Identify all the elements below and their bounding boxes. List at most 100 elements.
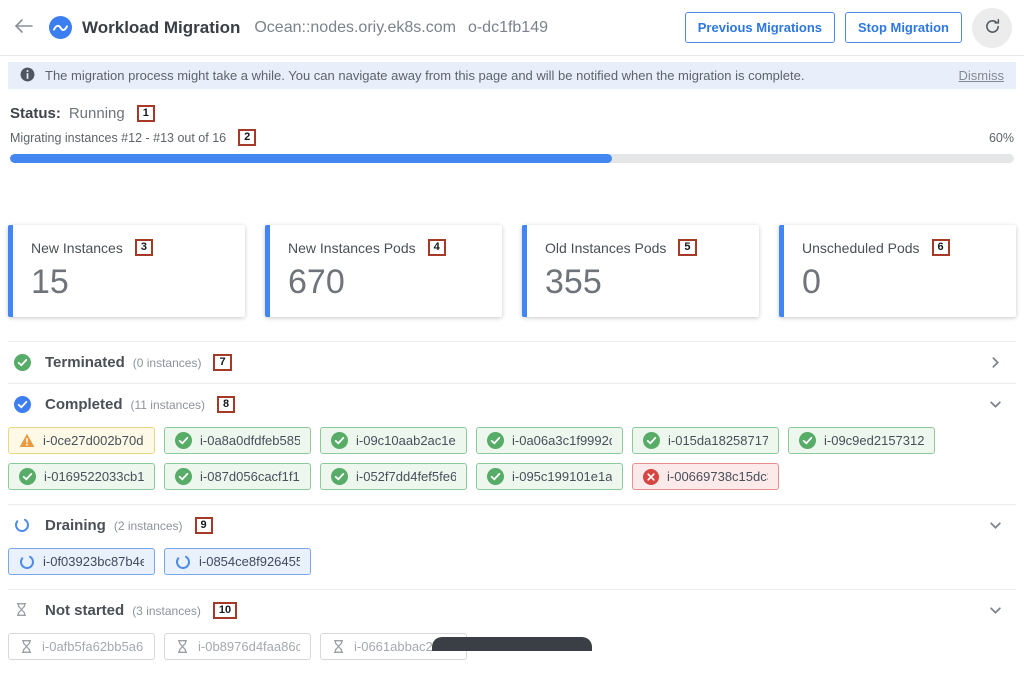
status-label: Status: (10, 105, 61, 122)
instance-id: i-087d056cacf1f1d93 (200, 469, 300, 484)
instance-id: i-0b8976d4faa86c4cb (198, 639, 300, 654)
annotation-mark-2: 2 (238, 129, 256, 146)
status-value: Running (69, 105, 125, 122)
instance-id: i-0ce27d002b70dbac4 (43, 433, 144, 448)
cut-off-toast (432, 637, 592, 651)
instance-id: i-0169522033cb1da02 (44, 469, 144, 484)
instance-id: i-0afb5fa62bb5a690c (42, 639, 144, 654)
instance-chip: i-0b8976d4faa86c4cb (164, 633, 311, 660)
progress-bar (10, 154, 1014, 163)
check-circle-blue-icon (14, 396, 31, 413)
check-circle-green-icon (175, 432, 192, 449)
check-circle-green-icon (175, 468, 192, 485)
spinner-icon (14, 517, 31, 534)
section-title: Completed (45, 396, 123, 413)
summary-card: Unscheduled Pods 6 0 (779, 225, 1016, 317)
card-value: 15 (31, 263, 227, 302)
page-title: Workload Migration (82, 18, 240, 38)
section-count: (2 instances) (114, 519, 183, 533)
chevron-icon[interactable] (989, 519, 1002, 532)
check-circle-green-icon (14, 354, 31, 371)
progress-meta: Migrating instances #12 - #13 out of 16 … (10, 129, 1014, 146)
section-header[interactable]: Terminated (0 instances) 7 (8, 342, 1016, 383)
card-label-row: New Instances 3 (31, 239, 227, 256)
header-actions: Previous Migrations Stop Migration (685, 8, 1012, 48)
progress-detail: Migrating instances #12 - #13 out of 16 (10, 131, 226, 145)
instance-id: i-0a8a0dfdfeb58531b (200, 433, 300, 448)
check-circle-green-icon (643, 432, 660, 449)
instance-chip: i-087d056cacf1f1d93 (164, 463, 311, 490)
section-header[interactable]: Draining (2 instances) 9 (8, 505, 1016, 546)
card-label: Old Instances Pods (545, 240, 666, 256)
instance-chip-list: i-0ce27d002b70dbac4 i-0a8a0dfdfeb58531b i-… (8, 425, 1016, 504)
chevron-icon[interactable] (989, 604, 1002, 617)
instance-chip: i-09c10aab2ac1edf92 (320, 427, 467, 454)
section-title: Terminated (45, 354, 125, 371)
card-value: 355 (545, 263, 741, 302)
cluster-name: Ocean::nodes.oriy.ek8s.com (254, 19, 456, 36)
instance-section: Not started (3 instances) 10 i-0afb5fa62… (8, 589, 1016, 674)
instance-chip: i-015da18258717dab2 (632, 427, 779, 454)
instance-id: i-09c9ed21573120476 (824, 433, 924, 448)
instance-id: i-0854ce8f926455a81 (199, 554, 300, 569)
annotation-mark-4: 4 (428, 239, 446, 256)
annotation-mark-10: 10 (213, 602, 237, 619)
card-label: Unscheduled Pods (802, 240, 920, 256)
banner-text: The migration process might take a while… (45, 68, 804, 83)
check-circle-green-icon (487, 468, 504, 485)
section-title: Draining (45, 517, 106, 534)
section-header[interactable]: Not started (3 instances) 10 (8, 590, 1016, 631)
annotation-mark-5: 5 (678, 239, 696, 256)
section-count: (3 instances) (132, 604, 201, 618)
section-header[interactable]: Completed (11 instances) 8 (8, 384, 1016, 425)
status-row: Status: Running 1 (10, 105, 1014, 122)
spinner-icon (19, 554, 35, 570)
hourglass-icon (331, 639, 346, 654)
card-label-row: Unscheduled Pods 6 (802, 239, 998, 256)
status-block: Status: Running 1 Migrating instances #1… (0, 89, 1024, 163)
instance-id: i-0f03923bc87b4e838 (43, 554, 144, 569)
summary-card: New Instances Pods 4 670 (265, 225, 502, 317)
card-label-row: Old Instances Pods 5 (545, 239, 741, 256)
spinner-icon (175, 554, 191, 570)
instance-chip: i-0a06a3c1f9992d728 (476, 427, 623, 454)
instance-chip: i-0ce27d002b70dbac4 (8, 427, 155, 454)
check-circle-green-icon (487, 432, 504, 449)
stop-migration-button[interactable]: Stop Migration (845, 12, 962, 43)
back-button[interactable] (14, 18, 33, 37)
annotation-mark-9: 9 (195, 517, 213, 534)
instance-section: Terminated (0 instances) 7 (8, 341, 1016, 383)
card-value: 670 (288, 263, 484, 302)
refresh-icon (984, 18, 1001, 38)
progress-detail-row: Migrating instances #12 - #13 out of 16 … (10, 129, 256, 146)
instance-section: Draining (2 instances) 9 i-0f03923bc87b4… (8, 504, 1016, 589)
instance-id: i-095c199101e1a8d76 (512, 469, 612, 484)
summary-card: New Instances 3 15 (8, 225, 245, 317)
summary-card: Old Instances Pods 5 355 (522, 225, 759, 317)
instance-id: i-00669738c15dc3b83 (667, 469, 768, 484)
annotation-mark-1: 1 (137, 105, 155, 122)
chevron-icon[interactable] (989, 398, 1002, 411)
progress-fill (10, 154, 612, 163)
breadcrumb: Ocean::nodes.oriy.ek8s.como-dc1fb149 (254, 19, 548, 37)
check-circle-green-icon (799, 432, 816, 449)
section-count: (0 instances) (133, 356, 202, 370)
refresh-button[interactable] (972, 8, 1012, 48)
instance-chip-list: i-0f03923bc87b4e838 i-0854ce8f926455a81 (8, 546, 1016, 589)
instance-id: i-0a06a3c1f9992d728 (512, 433, 612, 448)
instance-chip: i-0169522033cb1da02 (8, 463, 155, 490)
instance-id: i-015da18258717dab2 (668, 433, 768, 448)
dismiss-link[interactable]: Dismiss (959, 68, 1005, 83)
previous-migrations-button[interactable]: Previous Migrations (685, 12, 835, 43)
check-circle-green-icon (19, 468, 36, 485)
check-circle-green-icon (331, 468, 348, 485)
instance-chip: i-0afb5fa62bb5a690c (8, 633, 155, 660)
instance-chip: i-095c199101e1a8d76 (476, 463, 623, 490)
error-circle-icon (643, 469, 659, 485)
info-icon (20, 67, 35, 85)
check-circle-green-icon (331, 432, 348, 449)
annotation-mark-7: 7 (213, 354, 231, 371)
chevron-icon[interactable] (989, 356, 1002, 369)
warning-triangle-icon (19, 433, 35, 448)
section-count: (11 instances) (131, 398, 205, 412)
